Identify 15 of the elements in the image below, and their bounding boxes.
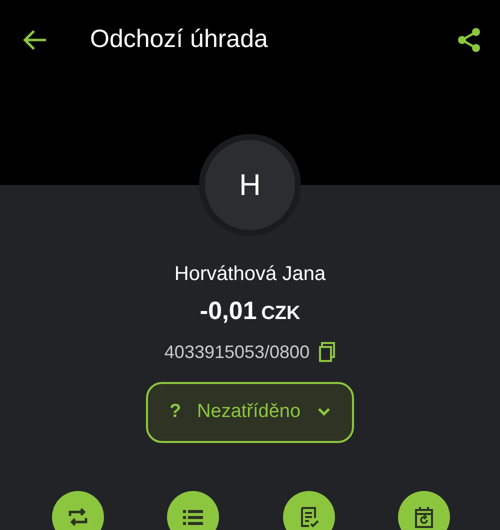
- chevron-down-icon: [316, 407, 331, 417]
- action-button[interactable]: [398, 490, 450, 530]
- action-button[interactable]: [167, 490, 220, 530]
- counterparty-name: Horváthová Jana: [174, 263, 326, 285]
- page-title: Odchozí úhrada: [90, 24, 268, 56]
- account-number: 4033915053/0800: [164, 340, 310, 364]
- avatar: H: [199, 134, 301, 236]
- back-arrow-icon[interactable]: [22, 29, 48, 51]
- currency: CZK: [261, 303, 300, 324]
- copy-icon[interactable]: [318, 342, 336, 362]
- action-button[interactable]: [52, 490, 104, 530]
- amount: -0,01: [200, 297, 257, 325]
- category-dropdown[interactable]: ? Nezatříděno: [146, 382, 354, 442]
- action-button[interactable]: [282, 490, 335, 530]
- share-icon[interactable]: [456, 27, 482, 53]
